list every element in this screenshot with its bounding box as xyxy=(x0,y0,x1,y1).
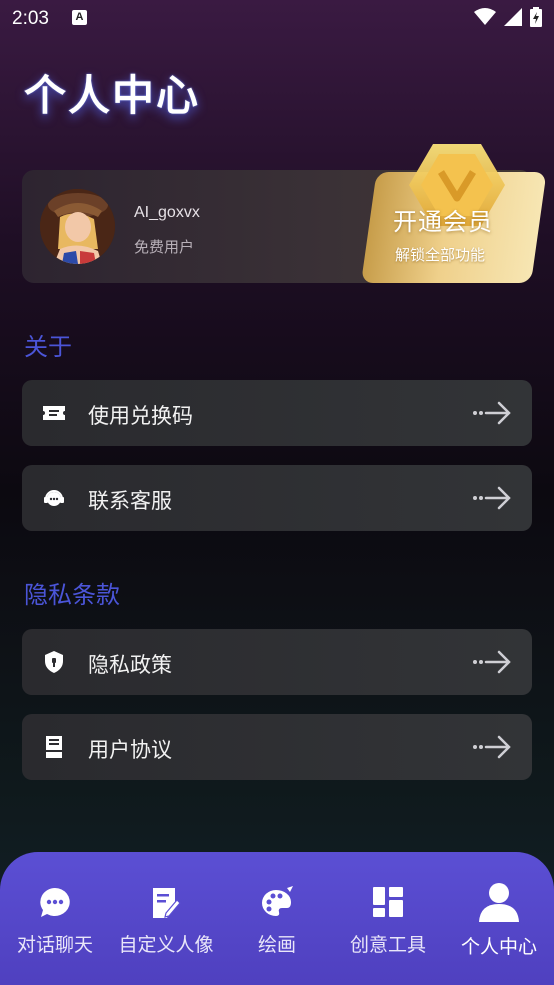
vip-title: 开通会员 xyxy=(393,208,493,236)
page-title: 个人中心 xyxy=(24,71,201,120)
menu-label: 隐私政策 xyxy=(88,653,172,677)
wifi-icon xyxy=(474,8,496,25)
tab-label: 绘画 xyxy=(257,934,296,956)
notification-icon: A xyxy=(72,10,87,25)
signal-icon xyxy=(504,8,522,26)
tab-creative-tools[interactable]: 创意工具 xyxy=(333,852,443,985)
tab-chat[interactable]: 对话聊天 xyxy=(0,852,110,985)
tab-label: 自定义人像 xyxy=(118,934,214,956)
menu-item-user-agreement[interactable]: 用户协议 xyxy=(22,714,532,780)
section-title-privacy: 隐私条款 xyxy=(24,581,120,609)
bottom-tab-bar: 对话聊天 自定义人像 绘画 创意工具 个人中心 xyxy=(0,852,554,985)
document-icon xyxy=(46,736,62,758)
arrow-right-icon xyxy=(473,735,511,759)
menu-item-redeem-code[interactable]: 使用兑换码 xyxy=(22,380,532,446)
headset-icon xyxy=(44,490,64,506)
user-tier: 免费用户 xyxy=(134,238,195,256)
tab-label: 创意工具 xyxy=(349,934,426,956)
menu-item-customer-service[interactable]: 联系客服 xyxy=(22,465,532,531)
person-icon xyxy=(479,883,519,922)
menu-label: 使用兑换码 xyxy=(88,404,193,428)
menu-label: 用户协议 xyxy=(88,738,172,762)
tab-label: 个人中心 xyxy=(460,936,537,958)
status-time: 2:03 xyxy=(12,8,49,29)
palette-icon xyxy=(262,886,293,916)
vip-upgrade-button[interactable]: 开通会员 解锁全部功能 xyxy=(355,140,547,283)
tab-custom-portrait[interactable]: 自定义人像 xyxy=(111,852,221,985)
grid-icon xyxy=(373,887,403,917)
tab-profile[interactable]: 个人中心 xyxy=(444,852,554,985)
battery-icon xyxy=(530,7,542,27)
edit-icon xyxy=(153,888,181,918)
avatar[interactable] xyxy=(40,189,115,264)
vip-subtitle: 解锁全部功能 xyxy=(395,246,486,264)
menu-label: 联系客服 xyxy=(88,489,172,513)
arrow-right-icon xyxy=(473,650,511,674)
arrow-right-icon xyxy=(473,486,511,510)
username: AI_goxvx xyxy=(134,204,200,221)
tab-label: 对话聊天 xyxy=(16,934,93,956)
chat-icon xyxy=(40,888,70,917)
menu-item-privacy-policy[interactable]: 隐私政策 xyxy=(22,629,532,695)
section-title-about: 关于 xyxy=(24,333,72,361)
status-bar: 2:03 A xyxy=(0,0,554,38)
tab-drawing[interactable]: 绘画 xyxy=(222,852,332,985)
status-icons xyxy=(474,7,542,27)
avatar-image xyxy=(40,189,115,264)
shield-icon xyxy=(45,651,63,673)
ticket-icon xyxy=(43,406,65,420)
arrow-right-icon xyxy=(473,401,511,425)
